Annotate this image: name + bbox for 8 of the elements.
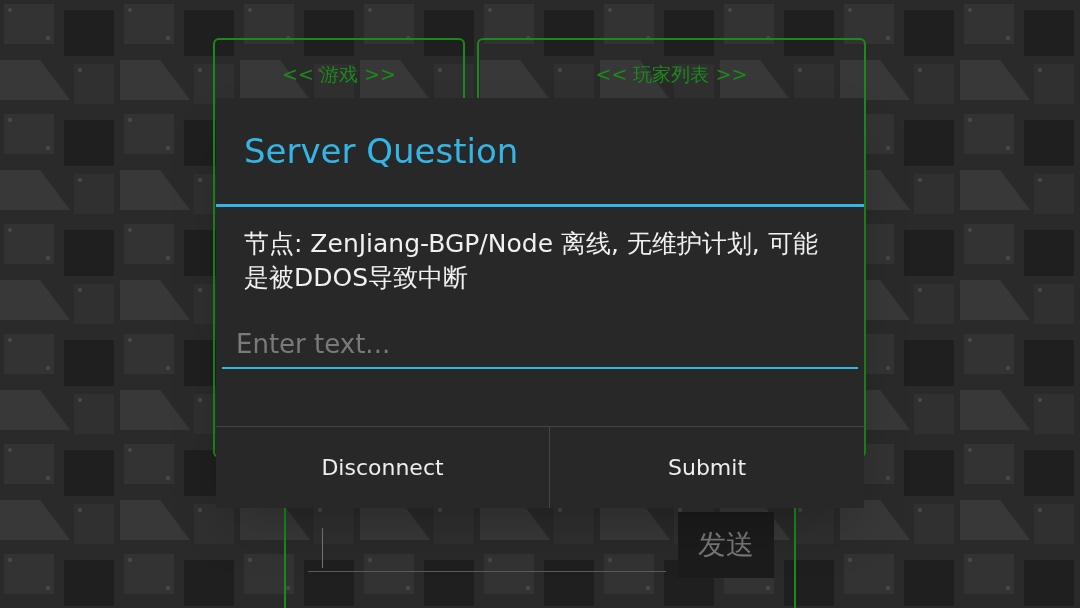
dialog-message: 节点: ZenJiang-BGP/Node 离线, 无维护计划, 可能是被DDOS导致中断 [243, 228, 819, 294]
panel-title: << 游戏 >> [282, 62, 396, 86]
input-field[interactable]: Enter text... [222, 321, 858, 369]
dialog-title: Server Question [244, 129, 519, 173]
panel-title: << 玩家列表 >> [595, 62, 748, 86]
dialog-button[interactable]: Submit [550, 427, 864, 508]
send-button[interactable]: 发送 [678, 512, 774, 578]
dialog-button[interactable]: Disconnect [216, 427, 550, 508]
